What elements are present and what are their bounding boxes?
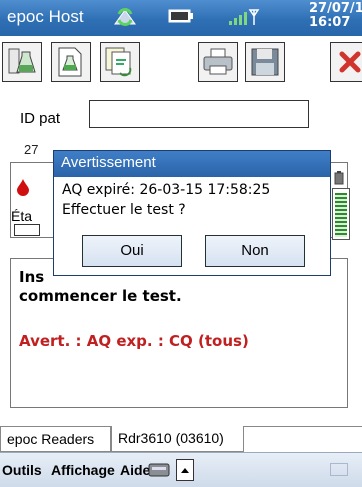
status-date: 27/07/15	[309, 1, 362, 16]
progress-gauge	[332, 188, 350, 240]
results-button[interactable]	[51, 42, 91, 82]
input-panel-icon[interactable]	[148, 461, 170, 483]
instruction-text: Ins	[19, 268, 45, 286]
tab-bar: epoc Readers Rdr3610 (03610)	[0, 426, 362, 452]
state-field[interactable]	[14, 224, 40, 236]
yes-button[interactable]: Oui	[82, 235, 182, 267]
battery-icon[interactable]	[168, 8, 194, 28]
signal-strength-icon[interactable]	[227, 6, 263, 32]
obscured-text: 27	[24, 142, 39, 157]
status-time: 16:07	[309, 15, 351, 30]
reports-button[interactable]	[100, 42, 140, 82]
instruction-text-line2: commencer le test.	[19, 287, 182, 305]
lab-test-icon	[8, 48, 36, 74]
document-sync-icon	[105, 47, 132, 77]
patient-id-input[interactable]	[89, 100, 309, 128]
card-icon	[334, 170, 344, 189]
dialog-title: Avertissement	[54, 151, 330, 177]
printer-icon	[203, 48, 233, 75]
document-flask-icon	[58, 47, 82, 77]
app-title: epoc Host	[7, 7, 84, 26]
device-screen: epoc Host 27/07/15	[0, 0, 362, 487]
patient-id-label: ID pat	[20, 110, 61, 127]
dialog-message-line2: Effectuer le test ?	[62, 202, 186, 218]
menu-bar: Outils Affichage Aide	[0, 452, 362, 487]
no-button[interactable]: Non	[205, 235, 305, 267]
progress-gauge-fill	[335, 193, 347, 237]
warning-dialog: Avertissement AQ expiré: 26-03-15 17:58:…	[53, 150, 331, 276]
title-bar: epoc Host 27/07/15	[0, 0, 362, 36]
keyboard-icon[interactable]	[330, 463, 348, 476]
save-button[interactable]	[245, 42, 285, 82]
print-button[interactable]	[198, 42, 238, 82]
toolbar	[0, 36, 362, 90]
chevron-up-icon[interactable]	[176, 459, 194, 481]
sync-status-icon[interactable]	[111, 4, 139, 34]
close-x-icon	[339, 51, 361, 73]
tab-epoc-readers[interactable]: epoc Readers	[0, 426, 111, 452]
clock[interactable]: 27/07/15 16:07	[309, 2, 362, 30]
save-disk-icon	[251, 48, 279, 76]
state-label: Éta	[11, 208, 33, 224]
tab-reader-3610[interactable]: Rdr3610 (03610)	[111, 426, 244, 452]
blood-drop-icon	[16, 178, 30, 200]
menu-tools[interactable]: Outils	[2, 462, 42, 478]
warning-text: Avert. : AQ exp. : CQ (tous)	[19, 332, 249, 350]
close-button[interactable]	[330, 42, 362, 82]
lab-test-button[interactable]	[2, 42, 42, 82]
menu-view[interactable]: Affichage	[51, 462, 115, 478]
menu-help[interactable]: Aide	[120, 462, 150, 478]
dialog-message-line1: AQ expiré: 26-03-15 17:58:25	[62, 182, 271, 198]
